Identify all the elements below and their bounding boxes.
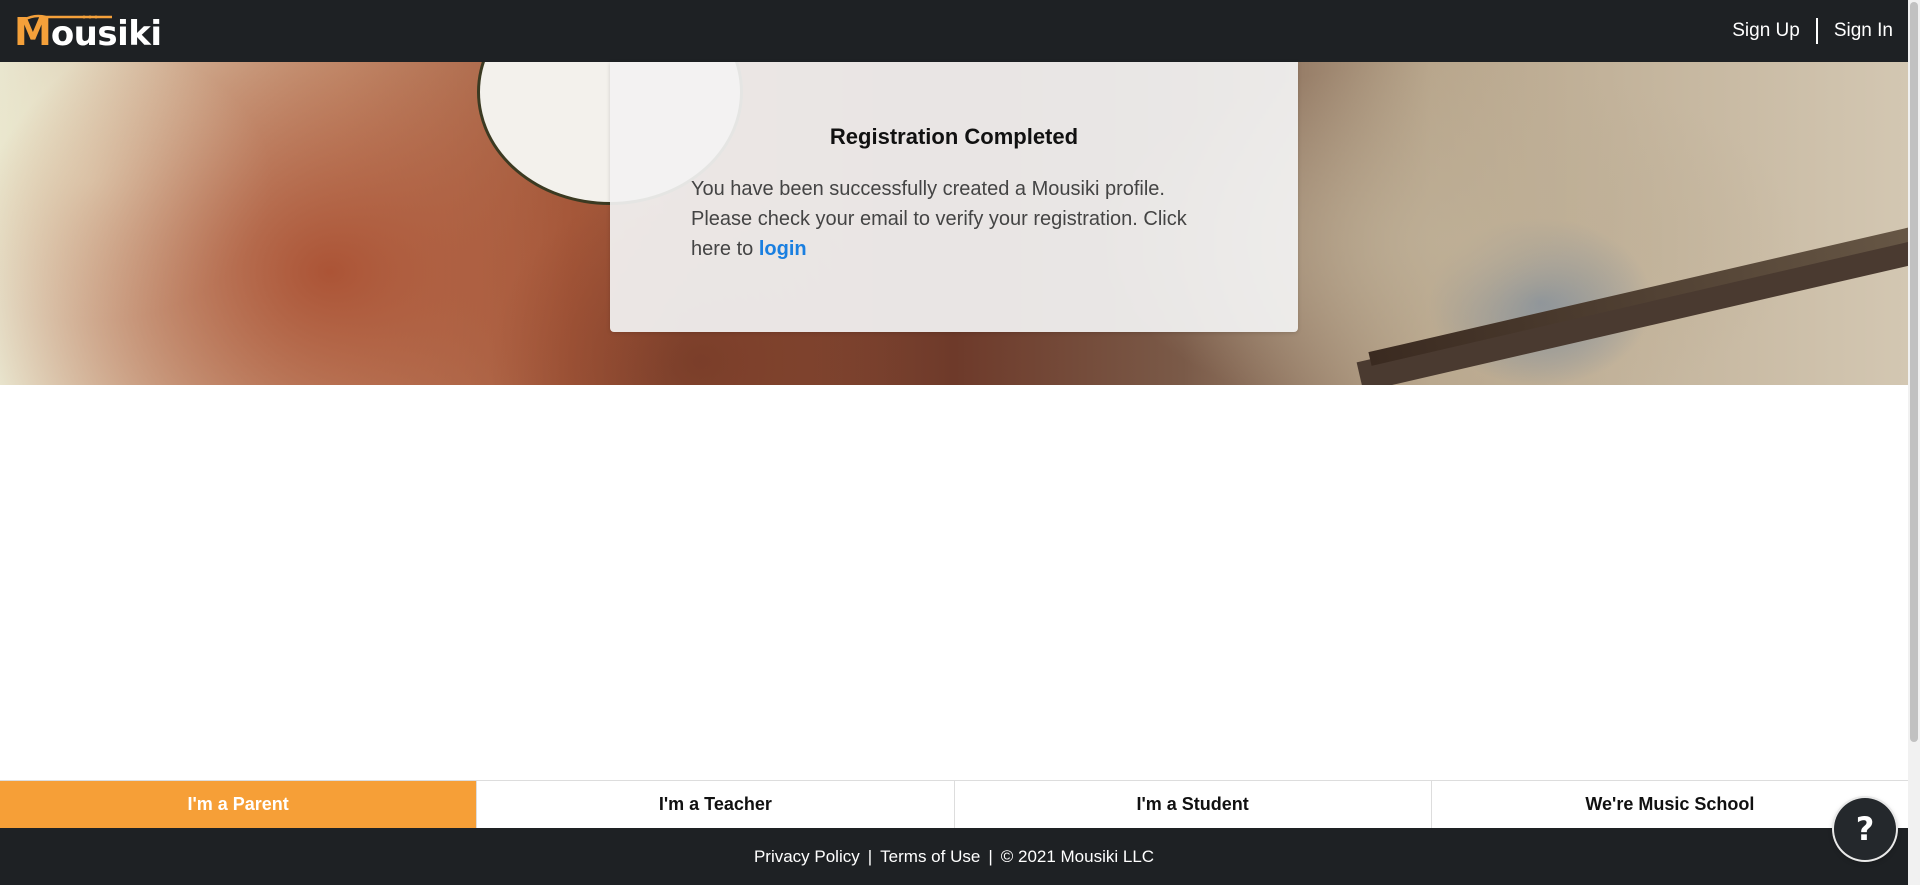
terms-of-use-link[interactable]: Terms of Use [880, 847, 980, 867]
hero-guitar-neck [1368, 217, 1908, 366]
footer: Privacy Policy | Terms of Use | © 2021 M… [0, 828, 1908, 885]
copyright-text: © 2021 Mousiki LLC [1000, 846, 1155, 866]
card-message: You have been successfully created a Mou… [691, 174, 1211, 264]
footer-divider: | [867, 846, 873, 866]
top-navbar: Mousiki Sign Up Sign In [0, 0, 1908, 62]
login-link[interactable]: login [759, 238, 807, 260]
role-tabs: I'm a Parent I'm a Teacher I'm a Student… [0, 780, 1908, 828]
auth-links: Sign Up Sign In [1722, 18, 1893, 44]
role-tab-parent[interactable]: I'm a Parent [0, 781, 478, 828]
scrollbar-thumb[interactable] [1910, 2, 1918, 742]
card-title: Registration Completed [829, 124, 1079, 149]
registration-complete-card: Registration Completed You have been suc… [610, 62, 1298, 332]
privacy-policy-link[interactable]: Privacy Policy [754, 847, 860, 867]
sign-in-link[interactable]: Sign In [1824, 20, 1893, 42]
role-tab-student[interactable]: I'm a Student [954, 781, 1432, 828]
guitar-logo-icon [24, 14, 112, 22]
footer-divider: | [988, 846, 993, 866]
nav-divider [1815, 18, 1818, 44]
help-button[interactable]: ? [1834, 798, 1896, 860]
role-tab-teacher[interactable]: I'm a Teacher [477, 781, 955, 828]
mousiki-logo[interactable]: Mousiki [14, 11, 162, 51]
question-mark-icon: ? [1855, 810, 1875, 848]
page-scrollbar[interactable] [1908, 0, 1920, 885]
sign-up-link[interactable]: Sign Up [1722, 20, 1810, 42]
